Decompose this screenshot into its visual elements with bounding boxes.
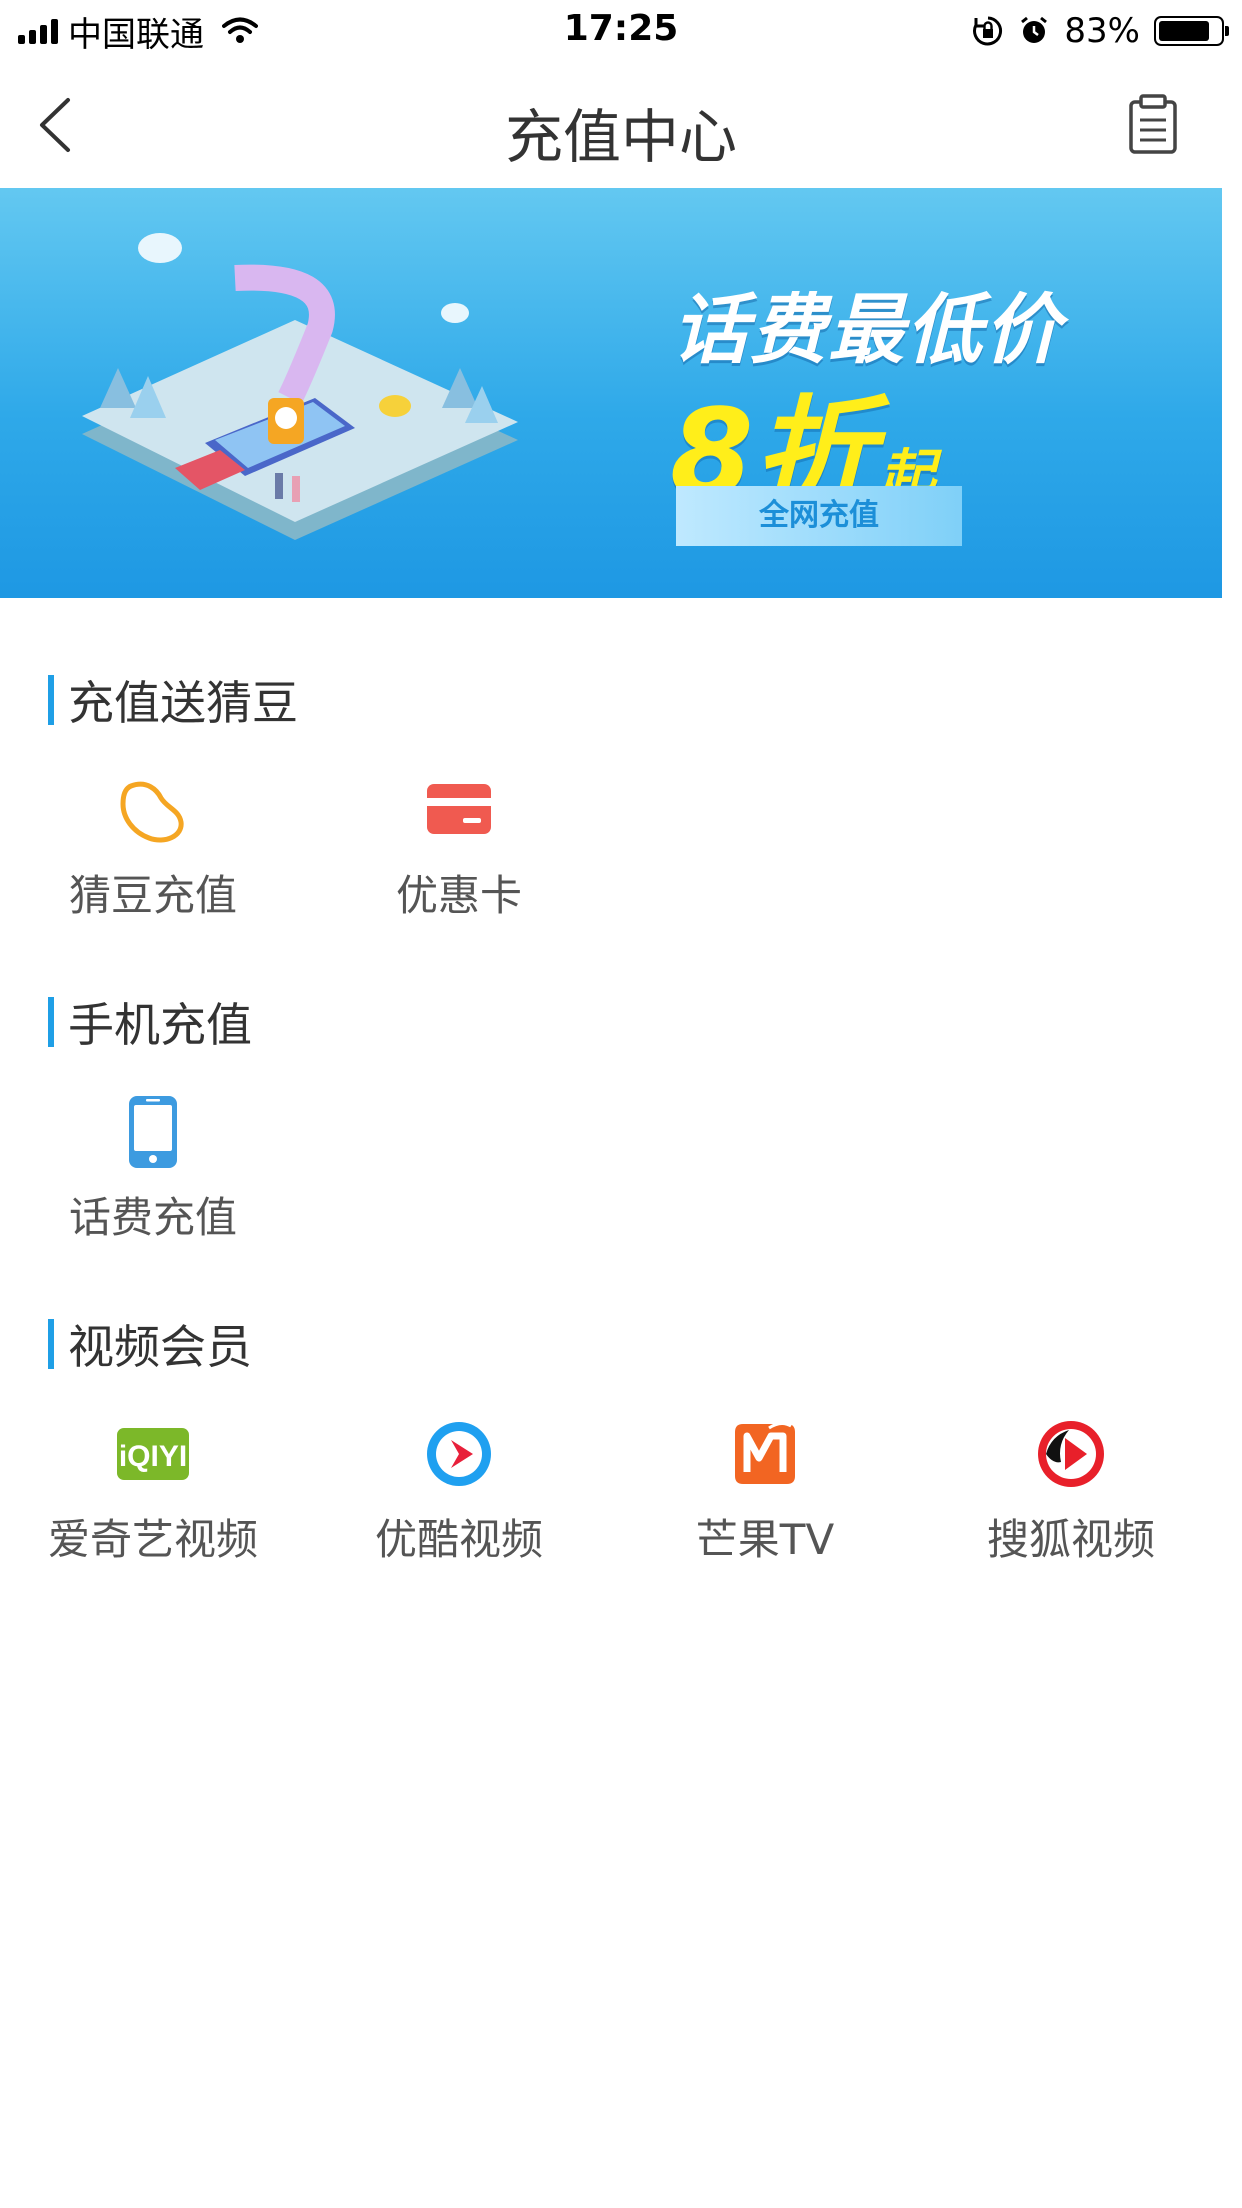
mango-tv-item[interactable]: 芒果TV [612, 1418, 918, 1568]
bean-recharge-item[interactable]: 猜豆充值 [0, 774, 306, 924]
item-label: 话费充值 [68, 1193, 237, 1242]
youku-icon [427, 1422, 491, 1486]
section-accent-bar [48, 997, 54, 1047]
battery-percent: 83% [1064, 11, 1140, 51]
bean-icon [120, 781, 184, 843]
item-label: 爱奇艺视频 [47, 1515, 258, 1564]
status-right: 83% [972, 10, 1229, 52]
rotation-lock-icon [973, 16, 1003, 46]
battery-icon [1154, 16, 1229, 46]
section-title: 手机充值 [48, 996, 252, 1052]
sohu-video-icon [1038, 1421, 1104, 1487]
card-icon [427, 784, 491, 834]
item-label: 芒果TV [695, 1515, 835, 1564]
item-label: 搜狐视频 [986, 1515, 1155, 1564]
discount-card-item[interactable]: 优惠卡 [306, 774, 612, 924]
phone-icon [129, 1096, 177, 1168]
youku-video-item[interactable]: 优酷视频 [306, 1418, 612, 1568]
section-title: 视频会员 [48, 1318, 252, 1374]
iqiyi-video-item[interactable]: iQIYI 爱奇艺视频 [0, 1418, 306, 1568]
promo-banner[interactable]: 话费最低价 8折 起 全网充值 [0, 188, 1222, 598]
svg-text:iQIYI: iQIYI [119, 1440, 187, 1473]
iqiyi-icon: iQIYI [117, 1428, 189, 1480]
item-label: 优惠卡 [395, 871, 522, 920]
nav-bar: 充值中心 [0, 62, 1242, 188]
banner-illustration [82, 233, 518, 540]
mango-tv-icon [735, 1421, 795, 1484]
section-accent-bar [48, 1319, 54, 1369]
section-title-text: 手机充值 [68, 998, 252, 1052]
battery-level [1159, 21, 1209, 41]
status-bar: 中国联通 17:25 83% [0, 0, 1242, 62]
phone-bill-recharge-item[interactable]: 话费充值 [0, 1096, 306, 1246]
section-title: 充值送猜豆 [48, 674, 298, 730]
section-title-text: 充值送猜豆 [68, 676, 298, 730]
section-accent-bar [48, 675, 54, 725]
clipboard-icon [1129, 94, 1177, 154]
page-title: 充值中心 [504, 103, 737, 171]
sohu-video-item[interactable]: 搜狐视频 [918, 1418, 1224, 1568]
item-label: 优酷视频 [374, 1515, 543, 1564]
alarm-icon [1021, 16, 1048, 43]
records-button[interactable] [1126, 92, 1182, 158]
item-label: 猜豆充值 [68, 871, 237, 920]
section-title-text: 视频会员 [68, 1320, 252, 1374]
banner-recharge-button[interactable]: 全网充值 [676, 486, 962, 546]
